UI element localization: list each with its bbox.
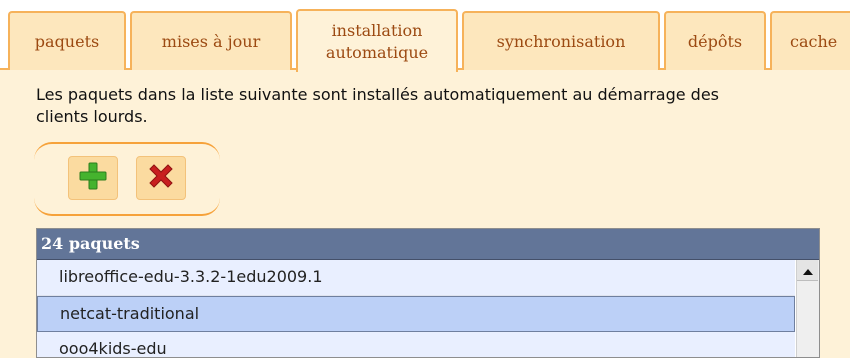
list-item-selected[interactable]: netcat-traditional xyxy=(37,296,795,332)
tab-depots[interactable]: dépôts xyxy=(664,11,766,70)
tab-synchronisation[interactable]: synchronisation xyxy=(462,11,660,70)
tab-paquets[interactable]: paquets xyxy=(8,11,126,70)
tab-label: dépôts xyxy=(687,32,743,51)
scrollbar[interactable] xyxy=(796,260,819,357)
list-body: libreoffice-edu-3.3.2-1edu2009.1 netcat-… xyxy=(37,260,819,357)
tab-label: cache xyxy=(790,32,838,51)
remove-button[interactable] xyxy=(136,156,186,200)
package-list: 24 paquets libreoffice-edu-3.3.2-1edu200… xyxy=(36,228,820,358)
list-header: 24 paquets xyxy=(37,229,819,260)
tab-cache[interactable]: cache xyxy=(770,11,850,70)
tab-label: synchronisation xyxy=(496,32,626,51)
plus-icon xyxy=(78,161,108,195)
toolbar xyxy=(34,142,220,216)
tab-label-line-1: installation xyxy=(331,20,423,40)
cross-icon xyxy=(146,161,176,195)
arrow-up-icon xyxy=(802,261,814,280)
tab-label: paquets xyxy=(34,32,100,51)
add-button[interactable] xyxy=(68,156,118,200)
list-item[interactable]: ooo4kids-edu xyxy=(37,332,795,357)
tab-installation-automatique[interactable]: installation automatique xyxy=(296,9,458,72)
list-item[interactable]: libreoffice-edu-3.3.2-1edu2009.1 xyxy=(37,260,795,296)
description-text: Les paquets dans la liste suivante sont … xyxy=(36,85,720,126)
tab-label: installation automatique xyxy=(326,20,428,64)
scroll-up-button[interactable] xyxy=(797,260,818,281)
tab-label: mises à jour xyxy=(161,32,261,51)
tab-label-line-2: automatique xyxy=(325,42,429,62)
tab-mises-a-jour[interactable]: mises à jour xyxy=(130,11,292,70)
